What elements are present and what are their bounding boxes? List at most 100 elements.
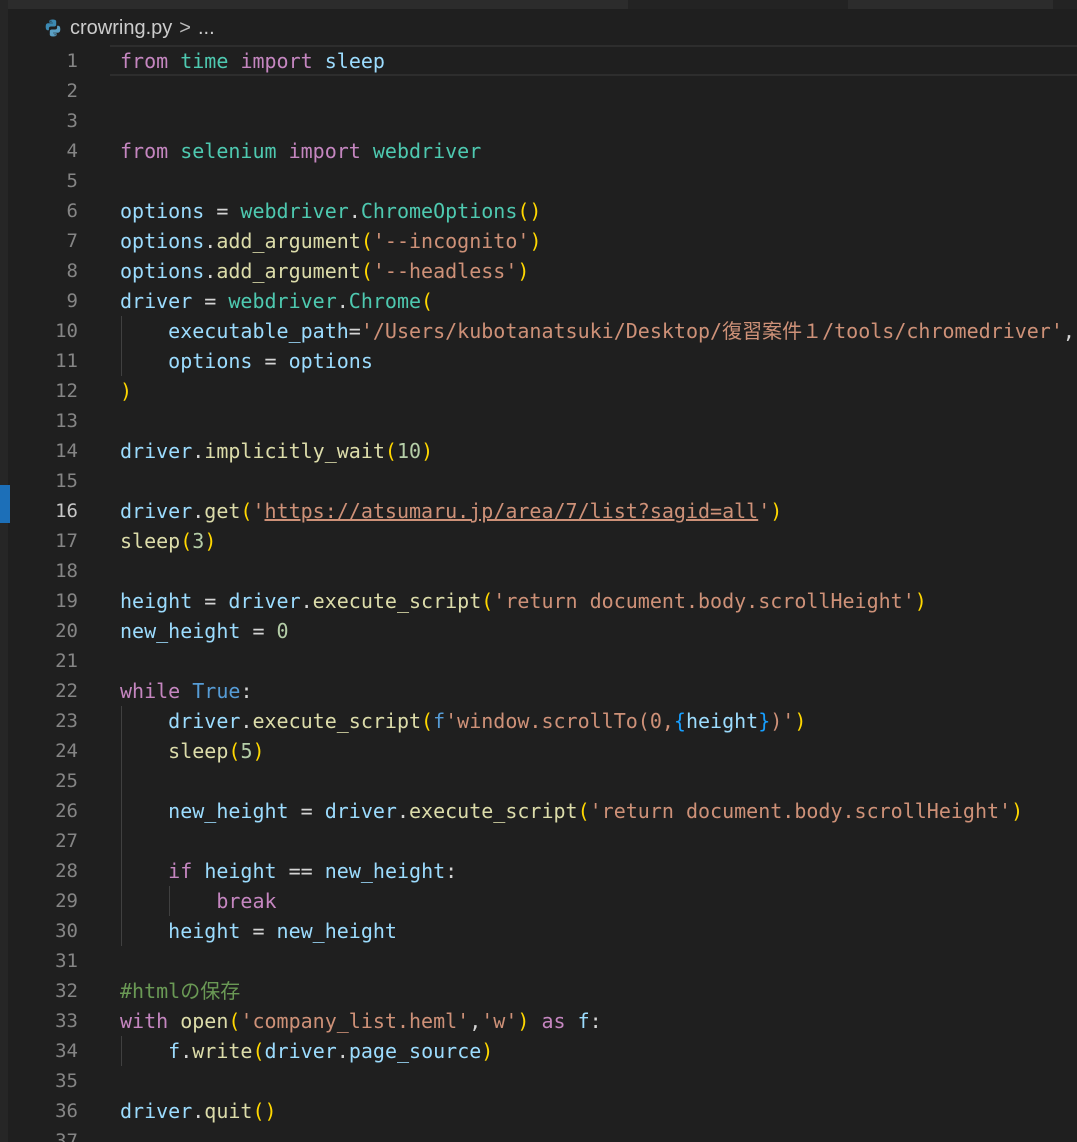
code-token: options	[120, 259, 205, 283]
code-line[interactable]: driver.get('https://atsumaru.jp/area/7/l…	[120, 496, 1077, 526]
code-token: :	[240, 679, 253, 703]
code-line[interactable]: options.add_argument('--incognito')	[120, 226, 1077, 256]
code-token: driver	[228, 589, 301, 613]
code-token: f	[577, 1009, 590, 1033]
code-line[interactable]	[120, 946, 1077, 976]
code-line[interactable]: from selenium import webdriver	[120, 136, 1077, 166]
indent-guide	[121, 886, 122, 916]
code-line[interactable]: driver = webdriver.Chrome(	[120, 286, 1077, 316]
code-line[interactable]	[120, 76, 1077, 106]
code-area[interactable]: from time import sleep from selenium impo…	[120, 46, 1077, 1142]
code-line[interactable]: )	[120, 376, 1077, 406]
code-token: {	[673, 709, 686, 733]
code-line[interactable]: driver.implicitly_wait(10)	[120, 436, 1077, 466]
code-token: driver	[324, 799, 397, 823]
code-line[interactable]: from time import sleep	[120, 46, 1077, 76]
line-number-gutter[interactable]: 1 2 3 4 5 6 7 8 9 10 11 12 13 14 15 16 17 18 19 20 21 22 23 24 2…	[8, 46, 78, 1142]
code-token: execute_script	[409, 799, 578, 823]
code-token: options	[120, 199, 205, 223]
code-token: .	[192, 1099, 205, 1123]
code-line[interactable]: sleep(5)	[120, 736, 1077, 766]
activity-edge	[0, 0, 8, 1142]
code-line[interactable]: new_height = 0	[120, 616, 1077, 646]
code-line[interactable]: driver.execute_script(f'window.scrollTo(…	[120, 706, 1077, 736]
code-editor[interactable]: crowring.py > ... 1 2 3 4 5 6 7 8 9 10 11 12 13 14 15 1…	[0, 0, 1077, 1142]
code-line[interactable]	[120, 466, 1077, 496]
indent-guide	[169, 886, 170, 916]
code-line[interactable]: break	[120, 886, 1077, 916]
code-token: from	[120, 139, 169, 163]
breadcrumb-file[interactable]: crowring.py	[70, 17, 172, 40]
code-line[interactable]	[120, 766, 1077, 796]
breadcrumb[interactable]: crowring.py > ...	[43, 14, 215, 42]
code-line[interactable]: height = driver.execute_script('return d…	[120, 586, 1077, 616]
code-line[interactable]: new_height = driver.execute_script('retu…	[120, 796, 1077, 826]
code-line[interactable]: options = options	[120, 346, 1077, 376]
indent-guide	[121, 766, 122, 796]
line-number: 28	[55, 860, 78, 882]
code-line[interactable]	[120, 646, 1077, 676]
code-token: while	[120, 679, 181, 703]
code-token: options	[288, 349, 373, 373]
code-token: '/Users/kubotanatsuki/Desktop/復習案件１/tool…	[360, 319, 1063, 343]
code-token: #htmlの保存	[120, 979, 241, 1003]
indent-guide	[121, 346, 122, 376]
code-line[interactable]: if height == new_height:	[120, 856, 1077, 886]
code-line[interactable]	[120, 556, 1077, 586]
line-number: 5	[66, 170, 78, 192]
code-line[interactable]: options = webdriver.ChromeOptions()	[120, 196, 1077, 226]
code-token: add_argument	[216, 259, 361, 283]
code-token: driver	[120, 289, 193, 313]
code-line[interactable]: options.add_argument('--headless')	[120, 256, 1077, 286]
code-token: .	[348, 199, 361, 223]
code-line[interactable]: #htmlの保存	[120, 976, 1077, 1006]
code-token: 'w'	[481, 1009, 518, 1033]
code-token: =	[204, 199, 241, 223]
indent-guide	[121, 1036, 122, 1066]
code-line[interactable]	[120, 106, 1077, 136]
line-number: 33	[55, 1010, 78, 1032]
code-line[interactable]	[120, 1126, 1077, 1142]
tab-bar-strip	[0, 0, 1077, 9]
code-token: new_height	[120, 619, 241, 643]
code-token: :	[589, 1009, 602, 1033]
code-token: =	[288, 799, 325, 823]
indent-guide	[121, 796, 122, 826]
code-line[interactable]	[120, 826, 1077, 856]
code-token: (	[252, 1039, 265, 1063]
line-number: 11	[55, 350, 78, 372]
code-token: ChromeOptions	[360, 199, 518, 223]
code-token: =	[348, 319, 361, 343]
line-number: 17	[55, 530, 78, 552]
code-line[interactable]: while True:	[120, 676, 1077, 706]
code-token: )	[529, 229, 542, 253]
code-line[interactable]: sleep(3)	[120, 526, 1077, 556]
line-number: 7	[66, 230, 78, 252]
code-token: (	[577, 799, 590, 823]
code-token: =	[192, 289, 229, 313]
indent-guide	[121, 916, 122, 946]
code-line[interactable]: height = new_height	[120, 916, 1077, 946]
code-token: execute_script	[252, 709, 422, 733]
code-line[interactable]: executable_path='/Users/kubotanatsuki/De…	[120, 316, 1077, 346]
line-number: 13	[55, 410, 78, 432]
code-line[interactable]	[120, 166, 1077, 196]
breadcrumb-symbols[interactable]: ...	[198, 17, 215, 40]
code-token: f	[433, 709, 446, 733]
code-token: implicitly_wait	[204, 439, 385, 463]
code-token: (	[421, 289, 434, 313]
line-number: 27	[55, 830, 78, 852]
code-line[interactable]	[120, 1066, 1077, 1096]
code-line[interactable]: with open('company_list.heml','w') as f:	[120, 1006, 1077, 1036]
code-line[interactable]: driver.quit()	[120, 1096, 1077, 1126]
code-line[interactable]: f.write(driver.page_source)	[120, 1036, 1077, 1066]
line-number: 35	[55, 1070, 78, 1092]
code-token: (	[481, 589, 494, 613]
code-token: 'company_list.heml'	[240, 1009, 470, 1033]
code-line[interactable]	[120, 406, 1077, 436]
code-token: )	[914, 589, 927, 613]
